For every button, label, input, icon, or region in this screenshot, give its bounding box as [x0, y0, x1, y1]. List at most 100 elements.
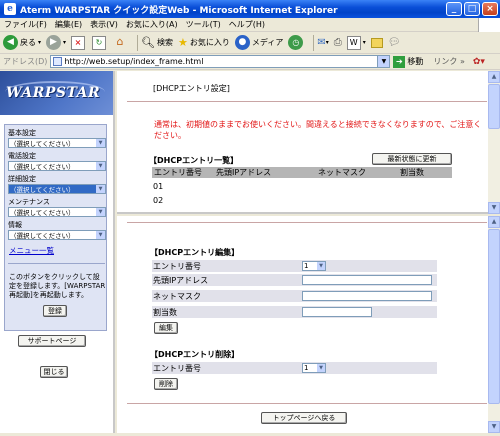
title-divider [127, 101, 487, 102]
go-arrow-icon: ➔ [393, 55, 406, 68]
toolbar-separator [313, 34, 315, 51]
address-dropdown-icon[interactable]: ▼ [377, 56, 390, 67]
star-icon: ★ [178, 36, 188, 49]
menu-list-link[interactable]: メニュー一覧 [9, 245, 54, 256]
select-value: （選択してください） [10, 140, 75, 148]
mail-dropdown-icon[interactable]: ▾ [326, 39, 329, 46]
chevron-down-icon: ▼ [96, 208, 105, 216]
nav-group-advanced: 詳細設定 （選択してください） ▼ [8, 174, 107, 194]
nav-panel: 基本設定 （選択してください） ▼ 電話設定 （選択してください） ▼ 詳細設定… [4, 124, 107, 331]
minimize-button[interactable]: _ [446, 2, 462, 16]
close-window-button[interactable]: × [482, 2, 498, 16]
scroll-up-icon[interactable]: ▲ [488, 71, 500, 83]
scroll-thumb[interactable] [488, 84, 500, 129]
print-button[interactable]: ⎙ [334, 37, 342, 48]
select-value: （選択してください） [10, 163, 75, 171]
search-button[interactable]: 🔍︎ 検索 [141, 36, 173, 49]
discuss-button[interactable] [370, 37, 383, 48]
edit-page-button[interactable]: W ▾ [346, 35, 366, 50]
refresh-button[interactable]: ↻ [92, 35, 108, 50]
left-frame: WARPSTAR 基本設定 （選択してください） ▼ 電話設定 （選択してくださ… [0, 71, 115, 433]
media-button[interactable]: ● メディア [234, 35, 284, 50]
back-button[interactable]: ◀ 戻る ▾ [3, 35, 41, 50]
maximize-button[interactable]: □ [464, 2, 480, 16]
count-row: 割当数 [152, 306, 437, 318]
warpstar-logo: WARPSTAR [0, 71, 113, 115]
maintenance-select[interactable]: （選択してください） ▼ [8, 207, 106, 217]
start-ip-input[interactable] [302, 275, 432, 285]
entry-edit-frame: 【DHCPエントリ編集】 エントリ番号 1 ▼ 先頭IPアドレス ネットマスク … [117, 216, 488, 433]
advanced-settings-select[interactable]: （選択してください） ▼ [8, 184, 106, 194]
media-icon: ● [234, 35, 250, 50]
register-button[interactable]: 登録 [43, 305, 67, 317]
refresh-list-button[interactable]: 最新状態に更新 [372, 153, 452, 165]
ie-icon: e [4, 3, 16, 15]
print-icon: ⎙ [333, 37, 342, 48]
col-entry-no: エントリ番号 [154, 168, 202, 177]
address-bar: アドレス(D) http://web.setup/index_frame.htm… [0, 54, 500, 70]
nav-group-info: 情報 （選択してください） ▼ [8, 220, 107, 240]
go-button[interactable]: ➔ 移動 [393, 55, 423, 68]
stop-button[interactable]: × [71, 35, 87, 50]
netmask-input[interactable] [302, 291, 432, 301]
messenger-button[interactable]: 💬︎ [388, 37, 401, 48]
close-page-button[interactable]: 閉じる [40, 366, 68, 378]
links-button[interactable]: リンク » [433, 56, 464, 67]
addon-icon[interactable]: ✿▾ [473, 57, 485, 67]
nav-divider [8, 263, 105, 264]
menu-view[interactable]: 表示(V) [86, 19, 122, 30]
menu-tools[interactable]: ツール(T) [182, 19, 225, 30]
back-label: 戻る [20, 38, 36, 47]
history-button[interactable]: ◷ [288, 35, 305, 50]
toolbar-separator [137, 34, 139, 51]
menu-edit[interactable]: 編集(E) [51, 19, 86, 30]
register-note: このボタンをクリックして設定を登録します。[WARPSTAR再起動]を再起動しま… [9, 273, 106, 299]
scroll-thumb[interactable] [488, 229, 500, 404]
media-label: メディア [251, 38, 284, 47]
count-input[interactable] [302, 307, 372, 317]
mail-button[interactable]: ✉ ▾ [317, 37, 328, 48]
delete-button[interactable]: 削除 [154, 378, 178, 390]
col-count: 割当数 [400, 168, 424, 177]
scroll-up-icon[interactable]: ▲ [488, 216, 500, 228]
start-ip-row: 先頭IPアドレス [152, 274, 437, 286]
menu-favorites[interactable]: お気に入り(A) [122, 19, 182, 30]
edit-page-icon: W [346, 35, 361, 50]
forward-button[interactable]: ▶ ▾ [46, 35, 66, 50]
back-dropdown-icon[interactable]: ▾ [38, 39, 41, 46]
menu-help[interactable]: ヘルプ(H) [225, 19, 269, 30]
chevron-down-icon: ▼ [317, 364, 325, 372]
address-label: アドレス(D) [3, 57, 48, 66]
info-select[interactable]: （選択してください） ▼ [8, 230, 106, 240]
select-value: 1 [304, 364, 309, 372]
top-page-button[interactable]: トップページへ戻る [261, 412, 347, 424]
chevron-down-icon: ▼ [96, 139, 105, 147]
menu-file[interactable]: ファイル(F) [0, 19, 51, 30]
scroll-down-icon[interactable]: ▼ [488, 421, 500, 433]
nav-group-maintenance: メンテナンス （選択してください） ▼ [8, 197, 107, 217]
messenger-icon: 💬︎ [387, 37, 401, 48]
phone-settings-select[interactable]: （選択してください） ▼ [8, 161, 106, 171]
basic-settings-select[interactable]: （選択してください） ▼ [8, 138, 106, 148]
address-input[interactable]: http://web.setup/index_frame.html ▼ [50, 55, 391, 68]
nav-label: 基本設定 [8, 129, 36, 137]
delete-entry-select[interactable]: 1 ▼ [302, 363, 326, 373]
address-url: http://web.setup/index_frame.html [64, 57, 204, 66]
edit-dropdown-icon[interactable]: ▾ [363, 39, 366, 46]
home-button[interactable]: ⌂ [113, 35, 129, 50]
windows-logo-icon [478, 17, 500, 32]
edit-entry-row: エントリ番号 1 ▼ [152, 260, 437, 272]
entry-table-header: エントリ番号 先頭IPアドレス ネットマスク 割当数 [152, 167, 452, 178]
entry-no-select[interactable]: 1 ▼ [302, 261, 326, 271]
scroll-down-icon[interactable]: ▼ [488, 202, 500, 214]
support-page-button[interactable]: サポートページ [18, 335, 86, 347]
bottom-frame-scrollbar[interactable]: ▲ ▼ [488, 216, 500, 433]
favorites-button[interactable]: ★ お気に入り [178, 36, 230, 49]
nav-label: メンテナンス [8, 198, 50, 206]
history-icon: ◷ [288, 35, 304, 50]
edit-button[interactable]: 編集 [154, 322, 178, 334]
select-value: 1 [304, 262, 309, 270]
top-frame-scrollbar[interactable]: ▲ ▼ [488, 71, 500, 214]
entry-list-frame: [DHCPエントリ設定] 通常は、初期値のままでお使いください。間違えると接続で… [117, 71, 488, 214]
forward-dropdown-icon[interactable]: ▾ [63, 39, 66, 46]
